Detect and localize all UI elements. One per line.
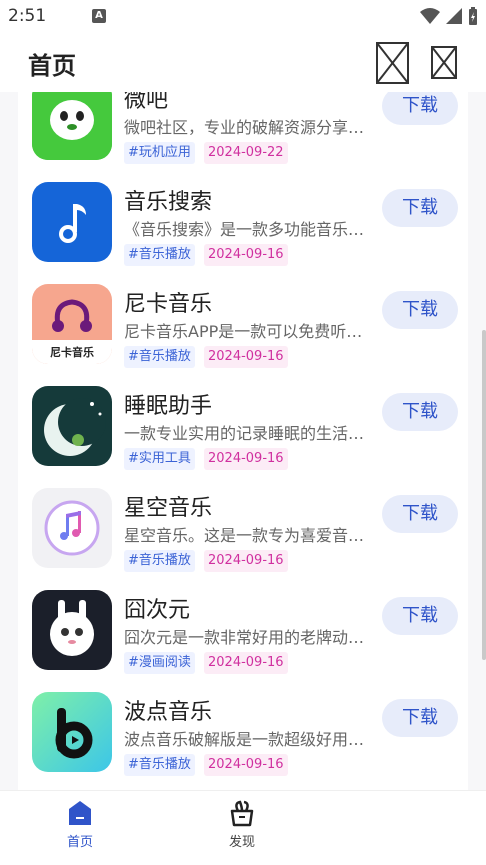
app-name: 尼卡音乐 — [124, 292, 213, 317]
app-description: 微吧社区，专业的破解资源分享社区 — [124, 118, 372, 137]
b-letter-icon — [32, 692, 112, 772]
status-time: 2:51 — [8, 6, 47, 26]
date-tag: 2024-09-16 — [204, 550, 288, 572]
category-tag[interactable]: #漫画阅读 — [124, 652, 195, 674]
date-tag: 2024-09-16 — [204, 448, 288, 470]
itunes-note-icon — [32, 488, 112, 568]
nav-item-discover[interactable]: 发现 — [202, 799, 282, 850]
list-item[interactable]: 波点音乐 波点音乐破解版是一款超级好用的听歌软件 #音乐播放 2024-09-1… — [18, 692, 468, 790]
scrollbar[interactable] — [482, 330, 486, 660]
download-button[interactable]: 下载 — [382, 495, 458, 533]
list-item[interactable]: 音乐搜索 《音乐搜索》是一款多功能音乐播放软件 #音乐播放 2024-09-16… — [18, 182, 468, 284]
app-list[interactable]: 微吧 微吧社区，专业的破解资源分享社区 #玩机应用 2024-09-22 下载 … — [0, 92, 486, 790]
date-tag: 2024-09-16 — [204, 754, 288, 776]
download-button[interactable]: 下载 — [382, 189, 458, 227]
home-icon — [69, 801, 91, 825]
discover-icon — [230, 800, 254, 827]
ghost-icon — [32, 92, 112, 160]
download-button[interactable]: 下载 — [382, 393, 458, 431]
nav-item-home[interactable]: 首页 — [40, 799, 120, 850]
app-name: 星空音乐 — [124, 496, 213, 521]
signal-icon — [446, 8, 462, 24]
nav-label: 发现 — [228, 835, 255, 850]
date-tag: 2024-09-22 — [204, 142, 288, 164]
music-note-icon — [32, 182, 112, 262]
app-description: 一款专业实用的记录睡眠的生活工具 — [124, 424, 372, 443]
download-button[interactable]: 下载 — [382, 597, 458, 635]
category-tag[interactable]: #音乐播放 — [124, 550, 195, 572]
download-button[interactable]: 下载 — [382, 291, 458, 329]
category-tag[interactable]: #音乐播放 — [124, 754, 195, 776]
category-tag[interactable]: #音乐播放 — [124, 346, 195, 368]
date-tag: 2024-09-16 — [204, 244, 288, 266]
nav-label: 首页 — [66, 835, 93, 850]
app-name: 音乐搜索 — [124, 190, 213, 215]
date-tag: 2024-09-16 — [204, 346, 288, 368]
app-name: 囧次元 — [124, 598, 191, 623]
wifi-icon — [420, 8, 440, 24]
category-tag[interactable]: #实用工具 — [124, 448, 195, 470]
category-tag[interactable]: #音乐播放 — [124, 244, 195, 266]
battery-icon — [469, 7, 477, 25]
placeholder-image-icon[interactable] — [376, 42, 409, 84]
headphones-icon: 尼卡音乐 — [32, 284, 112, 364]
icon-label: 尼卡音乐 — [50, 346, 94, 359]
app-description: 波点音乐破解版是一款超级好用的听歌软件 — [124, 730, 372, 749]
header: 首页 — [0, 34, 486, 92]
list-item[interactable]: 星空音乐 星空音乐。这是一款专为喜爱音乐的人打造 #音乐播放 2024-09-1… — [18, 488, 468, 590]
app-description: 《音乐搜索》是一款多功能音乐播放软件 — [124, 220, 372, 239]
app-description: 星空音乐。这是一款专为喜爱音乐的人打造 — [124, 526, 372, 545]
category-tag[interactable]: #玩机应用 — [124, 142, 195, 164]
notification-icon: A — [92, 9, 106, 23]
status-bar: 2:51 A — [0, 0, 486, 34]
list-item[interactable]: 囧次元 囧次元是一款非常好用的老牌动漫软件 #漫画阅读 2024-09-16 下… — [18, 590, 468, 692]
app-description: 尼卡音乐APP是一款可以免费听歌的软件 — [124, 322, 372, 341]
list-item[interactable]: 睡眠助手 一款专业实用的记录睡眠的生活工具 #实用工具 2024-09-16 下… — [18, 386, 468, 488]
bunny-icon — [32, 590, 112, 670]
list-item[interactable]: 尼卡音乐 尼卡音乐 尼卡音乐APP是一款可以免费听歌的软件 #音乐播放 2024… — [18, 284, 468, 386]
app-name: 微吧 — [124, 92, 169, 113]
moon-icon — [32, 386, 112, 466]
bottom-nav: 首页 发现 — [0, 790, 486, 865]
list-item[interactable]: 微吧 微吧社区，专业的破解资源分享社区 #玩机应用 2024-09-22 下载 — [18, 92, 468, 182]
date-tag: 2024-09-16 — [204, 652, 288, 674]
app-name: 波点音乐 — [124, 700, 213, 725]
download-button[interactable]: 下载 — [382, 92, 458, 125]
download-button[interactable]: 下载 — [382, 699, 458, 737]
page-title: 首页 — [28, 52, 76, 80]
placeholder-image-icon[interactable] — [431, 46, 457, 79]
app-description: 囧次元是一款非常好用的老牌动漫软件 — [124, 628, 372, 647]
app-name: 睡眠助手 — [124, 394, 213, 419]
